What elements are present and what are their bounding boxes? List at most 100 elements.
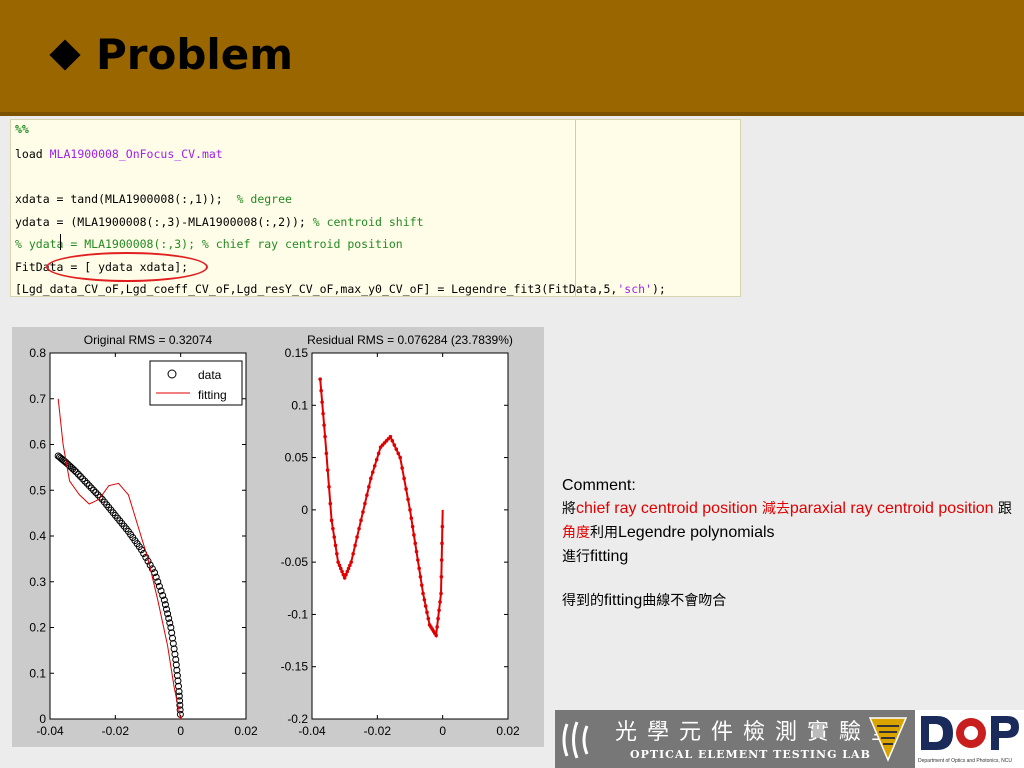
x-tick-label: 0.02 <box>234 724 258 738</box>
residual-point <box>320 400 324 404</box>
residual-point <box>331 526 335 531</box>
dop-logo-icon <box>921 716 1019 750</box>
comment-text: 利用 <box>590 525 618 541</box>
residual-point <box>325 468 330 472</box>
residual-point <box>388 434 393 439</box>
code-token: [Lgd_data_CV_oF,Lgd_coeff_CV_oF,Lgd_resY… <box>15 282 618 296</box>
residual-point <box>437 608 441 613</box>
code-token: %% <box>15 122 29 136</box>
residual-point <box>361 510 365 514</box>
y-tick-label: -0.05 <box>281 555 309 569</box>
y-tick-label: 0.4 <box>29 529 46 543</box>
text-cursor <box>60 234 61 250</box>
residual-point <box>353 543 357 548</box>
code-token: % degree <box>236 192 292 206</box>
legend-entry: data <box>198 368 222 382</box>
residual-point <box>322 423 326 427</box>
residual-point <box>440 524 445 529</box>
comment-box: Comment: 將chief ray centroid position 減去… <box>562 474 1012 613</box>
comment-text-red: paraxial ray centroid position <box>789 500 998 517</box>
plot-area <box>311 352 509 720</box>
y-tick-label: 0.1 <box>291 398 308 412</box>
residual-point <box>355 535 359 539</box>
code-line: [Lgd_data_CV_oF,Lgd_coeff_CV_oF,Lgd_resY… <box>15 282 666 296</box>
y-tick-label: 0.3 <box>29 575 46 589</box>
y-tick-label: 0.8 <box>29 346 46 360</box>
residual-point <box>374 457 379 462</box>
residual-point <box>323 434 327 439</box>
x-tick-label: -0.04 <box>36 724 64 738</box>
title-divider <box>0 112 1024 116</box>
residual-point <box>404 487 408 491</box>
residual-point <box>357 526 361 531</box>
y-tick-label: 0 <box>301 503 308 517</box>
residual-point <box>426 616 431 621</box>
residual-point <box>421 591 425 596</box>
residual-point <box>336 560 340 564</box>
comment-text-red: 角度 <box>562 525 590 541</box>
residual-point <box>392 443 397 447</box>
comment-paragraph-2: 得到的fitting曲線不會吻合 <box>562 589 1012 613</box>
university-emblem-icon <box>868 717 908 762</box>
residual-point <box>369 476 373 481</box>
lab-name-en: OPTICAL ELEMENT TESTING LAB <box>630 748 871 761</box>
plot-area <box>49 352 247 720</box>
x-tick-label: -0.04 <box>298 724 326 738</box>
residual-point <box>398 455 403 460</box>
x-tick-label: 0.02 <box>496 724 520 738</box>
y-tick-label: 0.7 <box>29 392 46 406</box>
code-token: % centroid shift <box>312 215 424 229</box>
code-line: % ydata = MLA1900008(:,3); % chief ray c… <box>15 237 403 251</box>
y-tick-label: -0.2 <box>287 712 308 726</box>
y-tick-label: 0 <box>39 712 46 726</box>
residual-point <box>372 464 377 468</box>
comment-text: 曲線不會吻合 <box>642 593 727 609</box>
residual-point <box>400 466 404 470</box>
residual-point <box>376 451 381 456</box>
legend-box <box>149 360 243 406</box>
residual-point <box>439 574 444 579</box>
legend-entry: fitting <box>198 388 227 402</box>
residual-point <box>440 541 444 546</box>
residual-point <box>329 518 334 523</box>
y-tick-label: 0.5 <box>29 483 46 497</box>
chart-title: Residual RMS = 0.076284 (23.7839%) <box>307 333 513 347</box>
residual-point <box>328 501 333 506</box>
code-token: 'sch' <box>617 282 652 296</box>
diamond-bullet-icon <box>49 38 81 71</box>
residual-point <box>344 572 348 577</box>
residual-point <box>422 597 427 602</box>
residual-point <box>434 633 438 638</box>
comment-label: Comment: <box>562 477 636 494</box>
comment-text: 將 <box>562 501 576 517</box>
chart-title: Original RMS = 0.32074 <box>84 333 213 347</box>
x-tick-label: -0.02 <box>364 724 392 738</box>
comment-text: fitting <box>604 592 643 609</box>
residual-point <box>327 485 331 489</box>
residual-point <box>332 535 337 539</box>
residual-point <box>333 543 338 548</box>
y-tick-label: 0.6 <box>29 438 46 452</box>
code-line: %% <box>15 122 29 136</box>
residual-point <box>413 541 418 546</box>
code-token: ydata = (MLA1900008(:,3)-MLA1900008(:,2)… <box>15 215 313 229</box>
x-tick-label: 0 <box>439 724 446 738</box>
residual-point <box>410 524 415 529</box>
residual-point <box>367 485 371 489</box>
y-tick-label: -0.15 <box>281 660 309 674</box>
code-token: ); <box>651 282 666 296</box>
residual-point <box>419 583 424 587</box>
residual-point <box>319 388 323 393</box>
y-tick-label: 0.2 <box>29 621 46 635</box>
residual-point <box>338 566 343 571</box>
residual-point <box>321 411 325 416</box>
residual-point <box>418 574 423 579</box>
code-token: load <box>15 147 50 161</box>
residual-point <box>337 563 342 568</box>
x-tick-label: -0.02 <box>102 724 130 738</box>
residual-point <box>416 558 420 562</box>
lab-swirl-logo-icon <box>562 721 589 759</box>
page-title-text: Problem <box>96 30 294 79</box>
comment-text: fitting <box>590 548 629 565</box>
code-line: load MLA1900008_OnFocus_CV.mat <box>15 147 223 161</box>
